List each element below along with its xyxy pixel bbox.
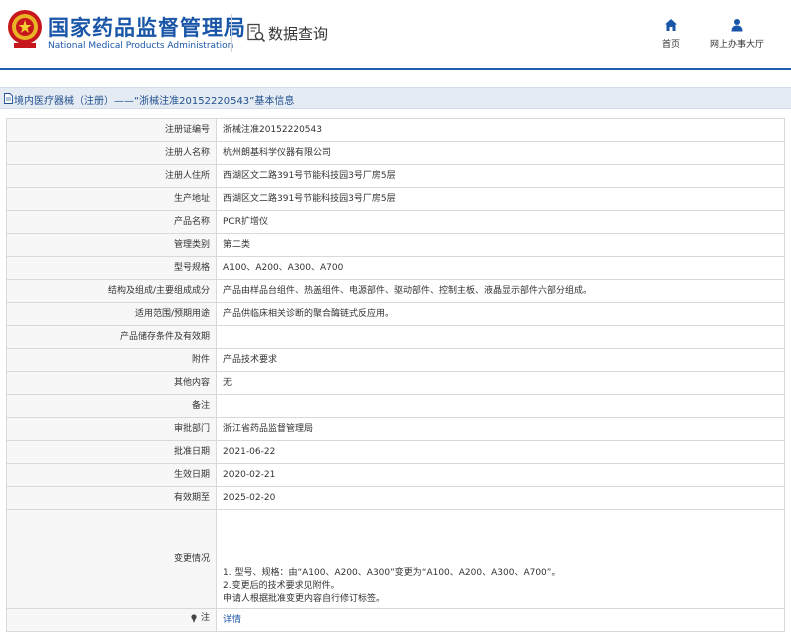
field-label: 生效日期: [6, 463, 217, 487]
record-titlebar: 境内医疗器械（注册）——“浙械注准20152220543”基本信息: [0, 87, 791, 109]
header-divider: [231, 14, 232, 52]
field-value: 2021-06-22: [216, 440, 785, 464]
field-label: 产品名称: [6, 210, 217, 234]
field-label: 审批部门: [6, 417, 217, 441]
table-row: 生效日期 2020-02-21: [6, 463, 785, 487]
table-row: 其他内容无: [6, 371, 785, 395]
note-label: 注: [200, 613, 210, 623]
document-icon: [4, 93, 13, 104]
field-value: 西湖区文二路391号节能科技园3号厂房5层: [216, 164, 785, 188]
field-value: 浙江省药品监督管理局: [216, 417, 785, 441]
change-line: 2.变更后的技术要求见附件。: [223, 581, 340, 591]
change-history-label: 变更情况: [6, 509, 217, 609]
field-label: 型号规格: [6, 256, 217, 280]
table-row: 注册人住所 西湖区文二路391号节能科技园3号厂房5层: [6, 164, 785, 188]
table-row: 产品储存条件及有效期: [6, 325, 785, 349]
record-title: 境内医疗器械（注册）——“浙械注准20152220543”基本信息: [14, 96, 295, 107]
table-row: 型号规格 A100、A200、A300、A700: [6, 256, 785, 280]
change-history-row: 变更情况 1. 型号、规格：由“A100、A200、A300”变更为“A100、…: [6, 509, 785, 609]
note-value-cell: 详情: [216, 608, 785, 632]
table-row: 管理类别 第二类: [6, 233, 785, 257]
user-icon: [731, 19, 743, 32]
note-row: 注 详情: [6, 608, 785, 632]
field-value: 2020-02-21: [216, 463, 785, 487]
field-value: PCR扩增仪: [216, 210, 785, 234]
nav-home[interactable]: 首页: [658, 18, 684, 50]
table-row: 注册人名称 杭州朗基科学仪器有限公司: [6, 141, 785, 165]
change-history-value: 1. 型号、规格：由“A100、A200、A300”变更为“A100、A200、…: [216, 509, 785, 609]
brand-title-cn: 国家药品监督管理局: [48, 16, 246, 40]
field-label: 生产地址: [6, 187, 217, 211]
field-value: 产品供临床相关诊断的聚合酶链式反应用。: [216, 302, 785, 326]
nav-home-label: 首页: [661, 40, 680, 50]
field-label: 注册人住所: [6, 164, 217, 188]
nav-online-service-hall[interactable]: 网上办事大厅: [706, 18, 768, 50]
field-label: 附件: [6, 348, 217, 372]
field-value: 第二类: [216, 233, 785, 257]
field-label: 产品储存条件及有效期: [6, 325, 217, 349]
table-row: 生产地址 西湖区文二路391号节能科技园3号厂房5层: [6, 187, 785, 211]
record-detail-table: 注册证编号 浙械注准20152220543 注册人名称 杭州朗基科学仪器有限公司 注…: [6, 118, 785, 632]
details-link[interactable]: 详情: [223, 615, 241, 625]
field-label: 注册人名称: [6, 141, 217, 165]
field-value: [216, 394, 785, 418]
field-value: 无: [216, 371, 785, 395]
note-label-cell: 注: [6, 608, 217, 632]
field-label: 备注: [6, 394, 217, 418]
field-value: 产品技术要求: [216, 348, 785, 372]
field-value: A100、A200、A300、A700: [216, 256, 785, 280]
field-label: 管理类别: [6, 233, 217, 257]
table-row: 适用范围/预期用途 产品供临床相关诊断的聚合酶链式反应用。: [6, 302, 785, 326]
change-line: 申请人根据批准变更内容自行修订标签。: [223, 594, 386, 604]
field-value: 浙械注准20152220543: [216, 118, 785, 142]
table-row: 附件 产品技术要求: [6, 348, 785, 372]
field-value: 2025-02-20: [216, 486, 785, 510]
document-search-icon: [247, 23, 266, 43]
table-row: 注册证编号 浙械注准20152220543: [6, 118, 785, 142]
field-value: 西湖区文二路391号节能科技园3号厂房5层: [216, 187, 785, 211]
query-title: 数据查询: [268, 25, 329, 43]
brand-title-en: National Medical Products Administration: [48, 41, 234, 51]
change-line: 1. 型号、规格：由“A100、A200、A300”变更为“A100、A200、…: [223, 568, 561, 578]
table-row: 备注: [6, 394, 785, 418]
table-row: 结构及组成/主要组成成分 产品由样品台组件、热盖组件、电源部件、驱动部件、控制主板…: [6, 279, 785, 303]
field-label: 批准日期: [6, 440, 217, 464]
field-value: 产品由样品台组件、热盖组件、电源部件、驱动部件、控制主板、液晶显示部件六部分组成…: [216, 279, 785, 303]
field-label: 适用范围/预期用途: [6, 302, 217, 326]
national-emblem-icon: [8, 10, 42, 48]
table-row: 审批部门 浙江省药品监督管理局: [6, 417, 785, 441]
home-icon: [665, 19, 677, 31]
site-header: 国家药品监督管理局 National Medical Products Admi…: [0, 0, 791, 70]
field-label: 其他内容: [6, 371, 217, 395]
nav-online-service-hall-label: 网上办事大厅: [709, 40, 764, 50]
field-label: 有效期至: [6, 486, 217, 510]
field-value: [216, 325, 785, 349]
table-row: 有效期至 2025-02-20: [6, 486, 785, 510]
table-row: 产品名称 PCR扩增仪: [6, 210, 785, 234]
table-row: 批准日期 2021-06-22: [6, 440, 785, 464]
field-label: 注册证编号: [6, 118, 217, 142]
pin-icon: [191, 614, 197, 623]
field-label: 结构及组成/主要组成成分: [6, 279, 217, 303]
field-value: 杭州朗基科学仪器有限公司: [216, 141, 785, 165]
